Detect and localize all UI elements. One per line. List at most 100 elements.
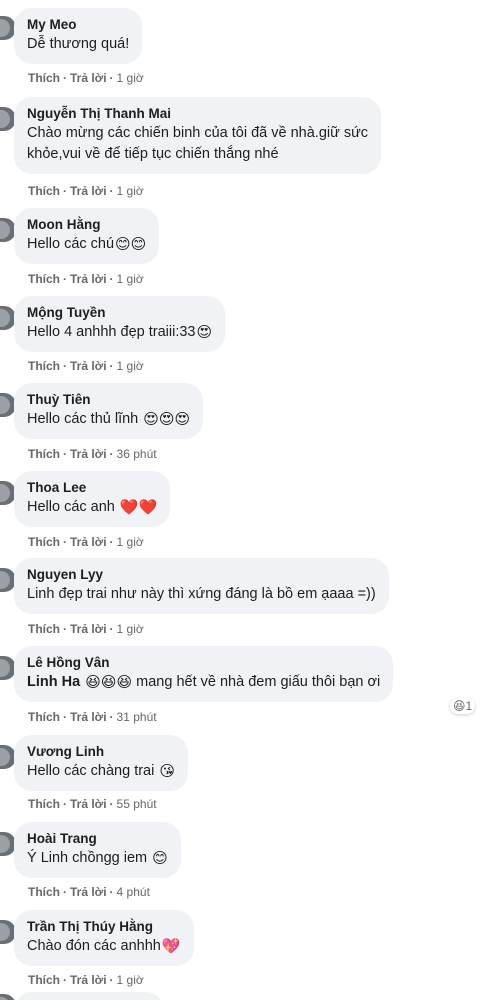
comment-text: Dễ thương quá! [27,36,130,52]
comment-body: Chào đón các anhhh💖 [27,936,181,957]
comment-body: Hello các anh ❤️❤️ [27,497,157,518]
like-button[interactable]: Thích [28,622,60,636]
separator: · [63,622,67,636]
commenter-name[interactable]: Thoa Lee [27,479,157,497]
separator: · [63,885,67,899]
reply-button[interactable]: Trả lời [70,973,107,987]
separator: · [63,184,67,198]
comment-bubble: Trần Thị Thúy Hằng Chào đón các anhhh💖 [14,910,194,966]
separator: · [63,447,67,461]
reaction-count[interactable]: 😆1 [450,698,476,714]
separator: · [109,272,114,286]
like-button[interactable]: Thích [28,447,60,461]
comment-timestamp[interactable]: 1 giờ [117,71,144,85]
reaction-number: 1 [465,699,473,713]
commenter-name[interactable]: Lê Hồng Vân [27,654,380,672]
comment-bubble: Thoa Lee Hello các anh ❤️❤️ [14,471,171,527]
comment-timestamp[interactable]: 1 giờ [117,272,144,286]
commenter-name[interactable]: Vương Linh [27,743,175,761]
comment-actions: Thích · Trả lời · 1 giờ [28,184,144,198]
reply-button[interactable]: Trả lời [70,184,107,198]
heart-emoji: 💖 [161,938,181,955]
comment-timestamp[interactable]: 1 giờ [117,184,144,198]
separator: · [109,710,114,724]
comment-text: Hello các chàng trai [27,763,155,779]
comment-text-line: khỏe,vui về để tiếp tục chiến thắng nhé [27,146,279,162]
comment-bubble [14,992,164,1000]
like-button[interactable]: Thích [28,710,60,724]
commenter-name[interactable]: Nguyễn Thị Thanh Mai [27,105,368,123]
comment-actions: Thích · Trả lời · 55 phút [28,797,157,811]
separator: · [109,973,114,987]
comment-actions: Thích · Trả lời · 1 giờ [28,272,144,286]
comment-bubble: Moon Hằng Hello các chú😊😊 [14,208,160,264]
separator: · [109,447,114,461]
separator: · [109,359,114,373]
commenter-name[interactable]: Thuỳ Tiên [27,391,190,409]
like-button[interactable]: Thích [28,359,60,373]
comment-body: Hello các thủ lĩnh 😍😍😍 [27,409,190,430]
reply-button[interactable]: Trả lời [70,622,107,636]
like-button[interactable]: Thích [28,272,60,286]
like-button[interactable]: Thích [28,797,60,811]
like-button[interactable]: Thích [28,973,60,987]
comment-timestamp[interactable]: 4 phút [117,885,150,899]
heart-emoji: ❤️❤️ [119,499,158,516]
comment-body: Ý Linh chồngg iem 😊 [27,848,168,869]
comment-actions: Thích · Trả lời · 1 giờ [28,535,144,549]
separator: · [63,973,67,987]
commenter-name[interactable]: Hoài Trang [27,830,168,848]
comment-timestamp[interactable]: 1 giờ [117,973,144,987]
commenter-name[interactable]: My Meo [27,16,129,34]
comment-body: Hello các chàng trai 😘 [27,761,175,782]
comment-actions: Thích · Trả lời · 4 phút [28,885,150,899]
comment-actions: Thích · Trả lời · 1 giờ [28,973,144,987]
comment-bubble: Nguyễn Thị Thanh Mai Chào mừng các chiến… [14,97,382,174]
heart-eyes-emoji: 😍 [196,324,213,341]
avatar[interactable] [0,994,16,1000]
comment-timestamp[interactable]: 1 giờ [117,535,144,549]
comment-text: Hello các thủ lĩnh [27,411,139,427]
comment-text: Hello các anh [27,499,115,515]
comment-bubble: Hoài Trang Ý Linh chồngg iem 😊 [14,822,181,878]
comment-bubble: Vương Linh Hello các chàng trai 😘 [14,735,189,791]
smile-emoji: 😊 [152,850,168,867]
comment-text-line: Chào mừng các chiến binh của tôi đã về n… [27,125,369,141]
reply-button[interactable]: Trả lời [70,885,107,899]
separator: · [109,71,114,85]
like-button[interactable]: Thích [28,535,60,549]
reply-button[interactable]: Trả lời [70,272,107,286]
comment-actions: Thích · Trả lời · 1 giờ [28,71,144,85]
reply-button[interactable]: Trả lời [70,447,107,461]
commenter-name[interactable]: Moon Hằng [27,216,146,234]
like-button[interactable]: Thích [28,184,60,198]
commenter-name[interactable]: Nguyen Lyy [27,566,376,584]
separator: · [63,535,67,549]
like-button[interactable]: Thích [28,71,60,85]
reply-button[interactable]: Trả lời [70,710,107,724]
separator: · [109,622,114,636]
separator: · [63,710,67,724]
comment-text: Linh đẹp trai như này thì xứng đáng là b… [27,586,376,602]
comment-actions: Thích · Trả lời · 1 giờ [28,359,144,373]
reply-button[interactable]: Trả lời [70,359,107,373]
comment-text: Ý Linh chồngg iem [27,850,148,866]
reply-button[interactable]: Trả lời [70,71,107,85]
reply-button[interactable]: Trả lời [70,797,107,811]
separator: · [63,272,67,286]
comment-timestamp[interactable]: 36 phút [117,447,157,461]
comment-actions: Thích · Trả lời · 36 phút [28,447,157,461]
reply-button[interactable]: Trả lời [70,535,107,549]
comment-bubble: Nguyen Lyy Linh đẹp trai như này thì xứn… [14,558,389,614]
comment-timestamp[interactable]: 31 phút [117,710,157,724]
like-button[interactable]: Thích [28,885,60,899]
commenter-name[interactable]: Mộng Tuyền [27,304,212,322]
separator: · [63,797,67,811]
comment-timestamp[interactable]: 55 phút [117,797,157,811]
comment-text: Hello các chú [27,236,115,252]
comment-timestamp[interactable]: 1 giờ [117,359,144,373]
mention-link[interactable]: Linh Ha [27,674,80,690]
commenter-name[interactable]: Trần Thị Thúy Hằng [27,918,181,936]
comment-timestamp[interactable]: 1 giờ [117,622,144,636]
heart-eyes-emoji: 😍😍😍 [143,411,191,428]
